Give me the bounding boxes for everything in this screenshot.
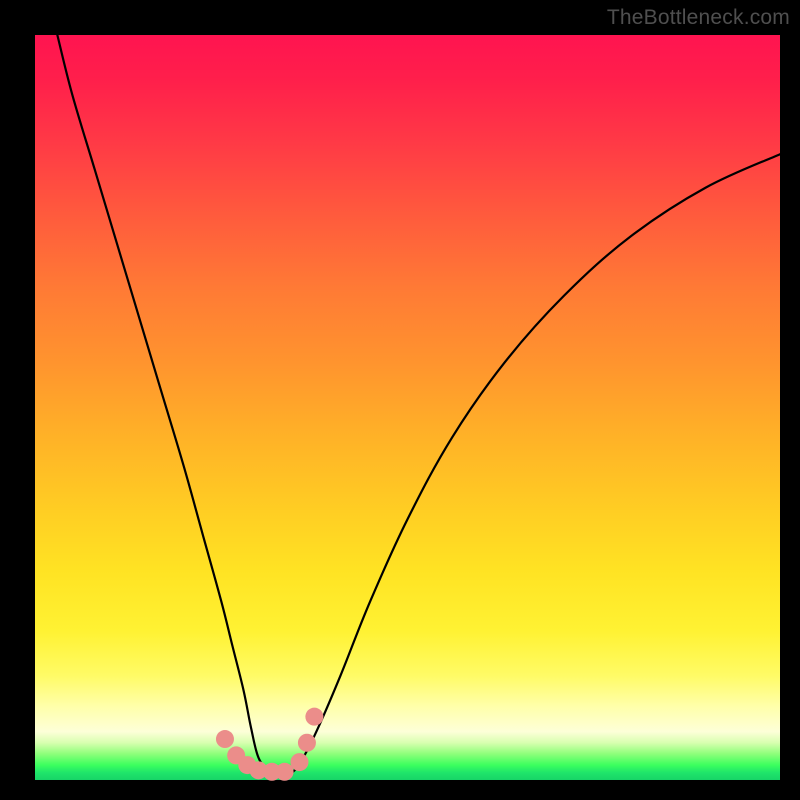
- watermark-text: TheBottleneck.com: [607, 6, 790, 30]
- chart-frame: TheBottleneck.com: [0, 0, 800, 800]
- marker-group: [216, 708, 323, 781]
- curve-marker: [216, 730, 234, 748]
- bottleneck-curve: [57, 35, 780, 775]
- chart-plot-area: [35, 35, 780, 780]
- curve-marker: [298, 734, 316, 752]
- chart-svg: [35, 35, 780, 780]
- curve-marker: [290, 753, 308, 771]
- curve-marker: [305, 708, 323, 726]
- curve-marker: [276, 763, 294, 781]
